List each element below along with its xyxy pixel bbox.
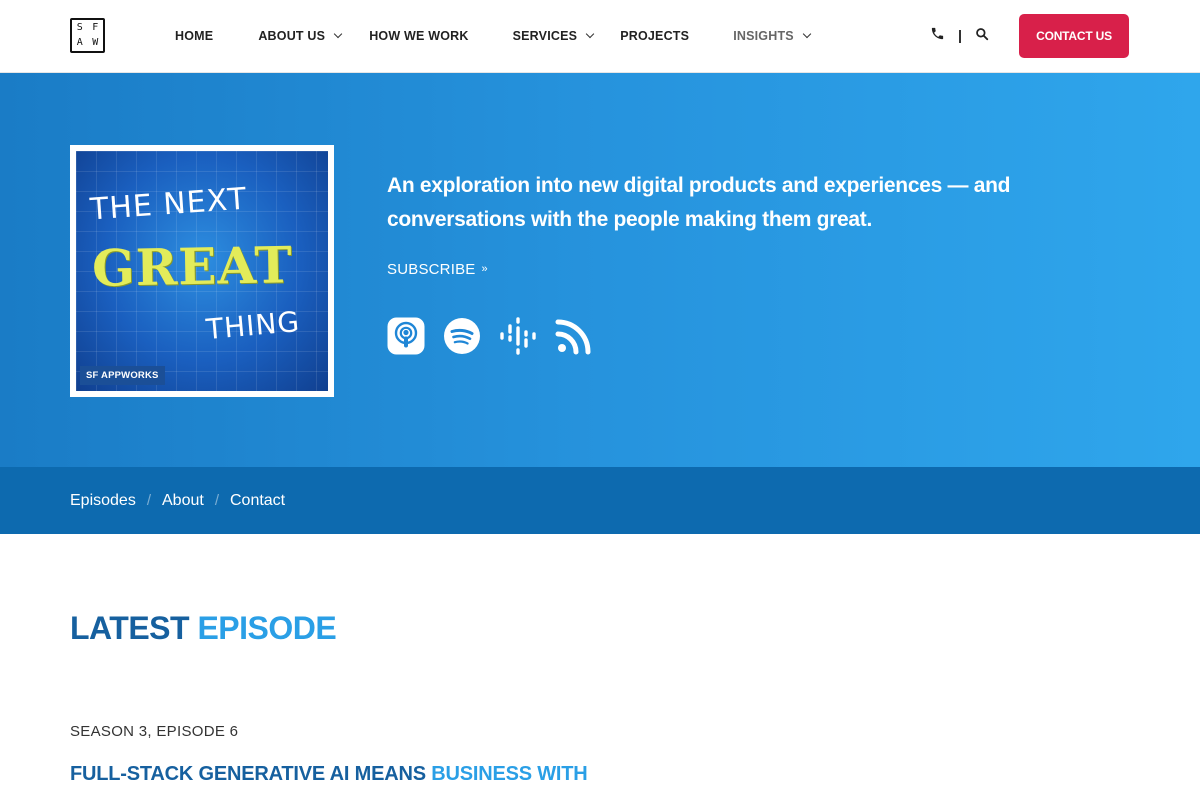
double-chevron-down-icon: » <box>481 263 488 275</box>
podcast-hero: THE NEXT GREAT THING SF APPWORKS An expl… <box>0 73 1200 467</box>
podcast-cover-art: THE NEXT GREAT THING SF APPWORKS <box>70 145 334 397</box>
header-divider <box>959 29 961 43</box>
podcast-tagline: An exploration into new digital products… <box>387 174 1011 231</box>
spotify-icon[interactable] <box>443 317 481 355</box>
apple-podcasts-icon[interactable] <box>387 317 425 355</box>
site-header: S F A W HOME ABOUT US HOW WE WORK SERVIC… <box>0 0 1200 73</box>
search-icon[interactable] <box>975 27 989 46</box>
rss-icon[interactable] <box>555 317 593 355</box>
subscribe-toggle[interactable]: SUBSCRIBE » <box>387 261 488 278</box>
chevron-down-icon <box>333 29 343 39</box>
nav-home[interactable]: HOME <box>175 29 213 43</box>
latest-episode-heading: LATEST EPISODE <box>70 610 337 646</box>
main-nav: HOME ABOUT US HOW WE WORK SERVICES PROJE… <box>175 0 812 72</box>
subnav-episodes[interactable]: Episodes <box>70 492 136 510</box>
subscribe-label: SUBSCRIBE <box>387 261 476 278</box>
podcast-subnav: Episodes / About / Contact <box>0 467 1200 534</box>
chevron-down-icon <box>585 29 595 39</box>
google-podcasts-icon[interactable] <box>499 317 537 355</box>
podcast-platforms <box>387 317 611 355</box>
breadcrumb-separator: / <box>146 492 151 509</box>
header-icons <box>930 26 989 46</box>
nav-projects[interactable]: PROJECTS <box>620 29 689 43</box>
chevron-down-icon <box>802 29 812 39</box>
contact-us-button[interactable]: CONTACT US <box>1019 14 1129 58</box>
sfaw-logo[interactable]: S F A W <box>70 18 105 53</box>
logo-letter: A <box>76 37 83 49</box>
nav-services[interactable]: SERVICES <box>513 29 595 43</box>
phone-icon[interactable] <box>930 26 945 46</box>
subnav-contact[interactable]: Contact <box>230 492 285 510</box>
breadcrumb-separator: / <box>214 492 219 509</box>
logo-letter: F <box>92 21 99 33</box>
nav-insights[interactable]: INSIGHTS <box>733 29 812 43</box>
subnav-about[interactable]: About <box>162 492 204 510</box>
logo-letter: W <box>92 37 99 49</box>
season-episode-label: SEASON 3, EPISODE 6 <box>70 723 239 740</box>
logo-letter: S <box>76 21 83 33</box>
cover-brand-badge: SF APPWORKS <box>80 366 165 385</box>
cover-line-2: GREAT <box>91 235 294 298</box>
episode-title[interactable]: FULL-STACK GENERATIVE AI MEANS BUSINESS … <box>70 763 588 786</box>
cover-artwork: THE NEXT GREAT THING SF APPWORKS <box>76 151 328 391</box>
nav-how-we-work[interactable]: HOW WE WORK <box>369 29 468 43</box>
nav-about-us[interactable]: ABOUT US <box>258 29 343 43</box>
